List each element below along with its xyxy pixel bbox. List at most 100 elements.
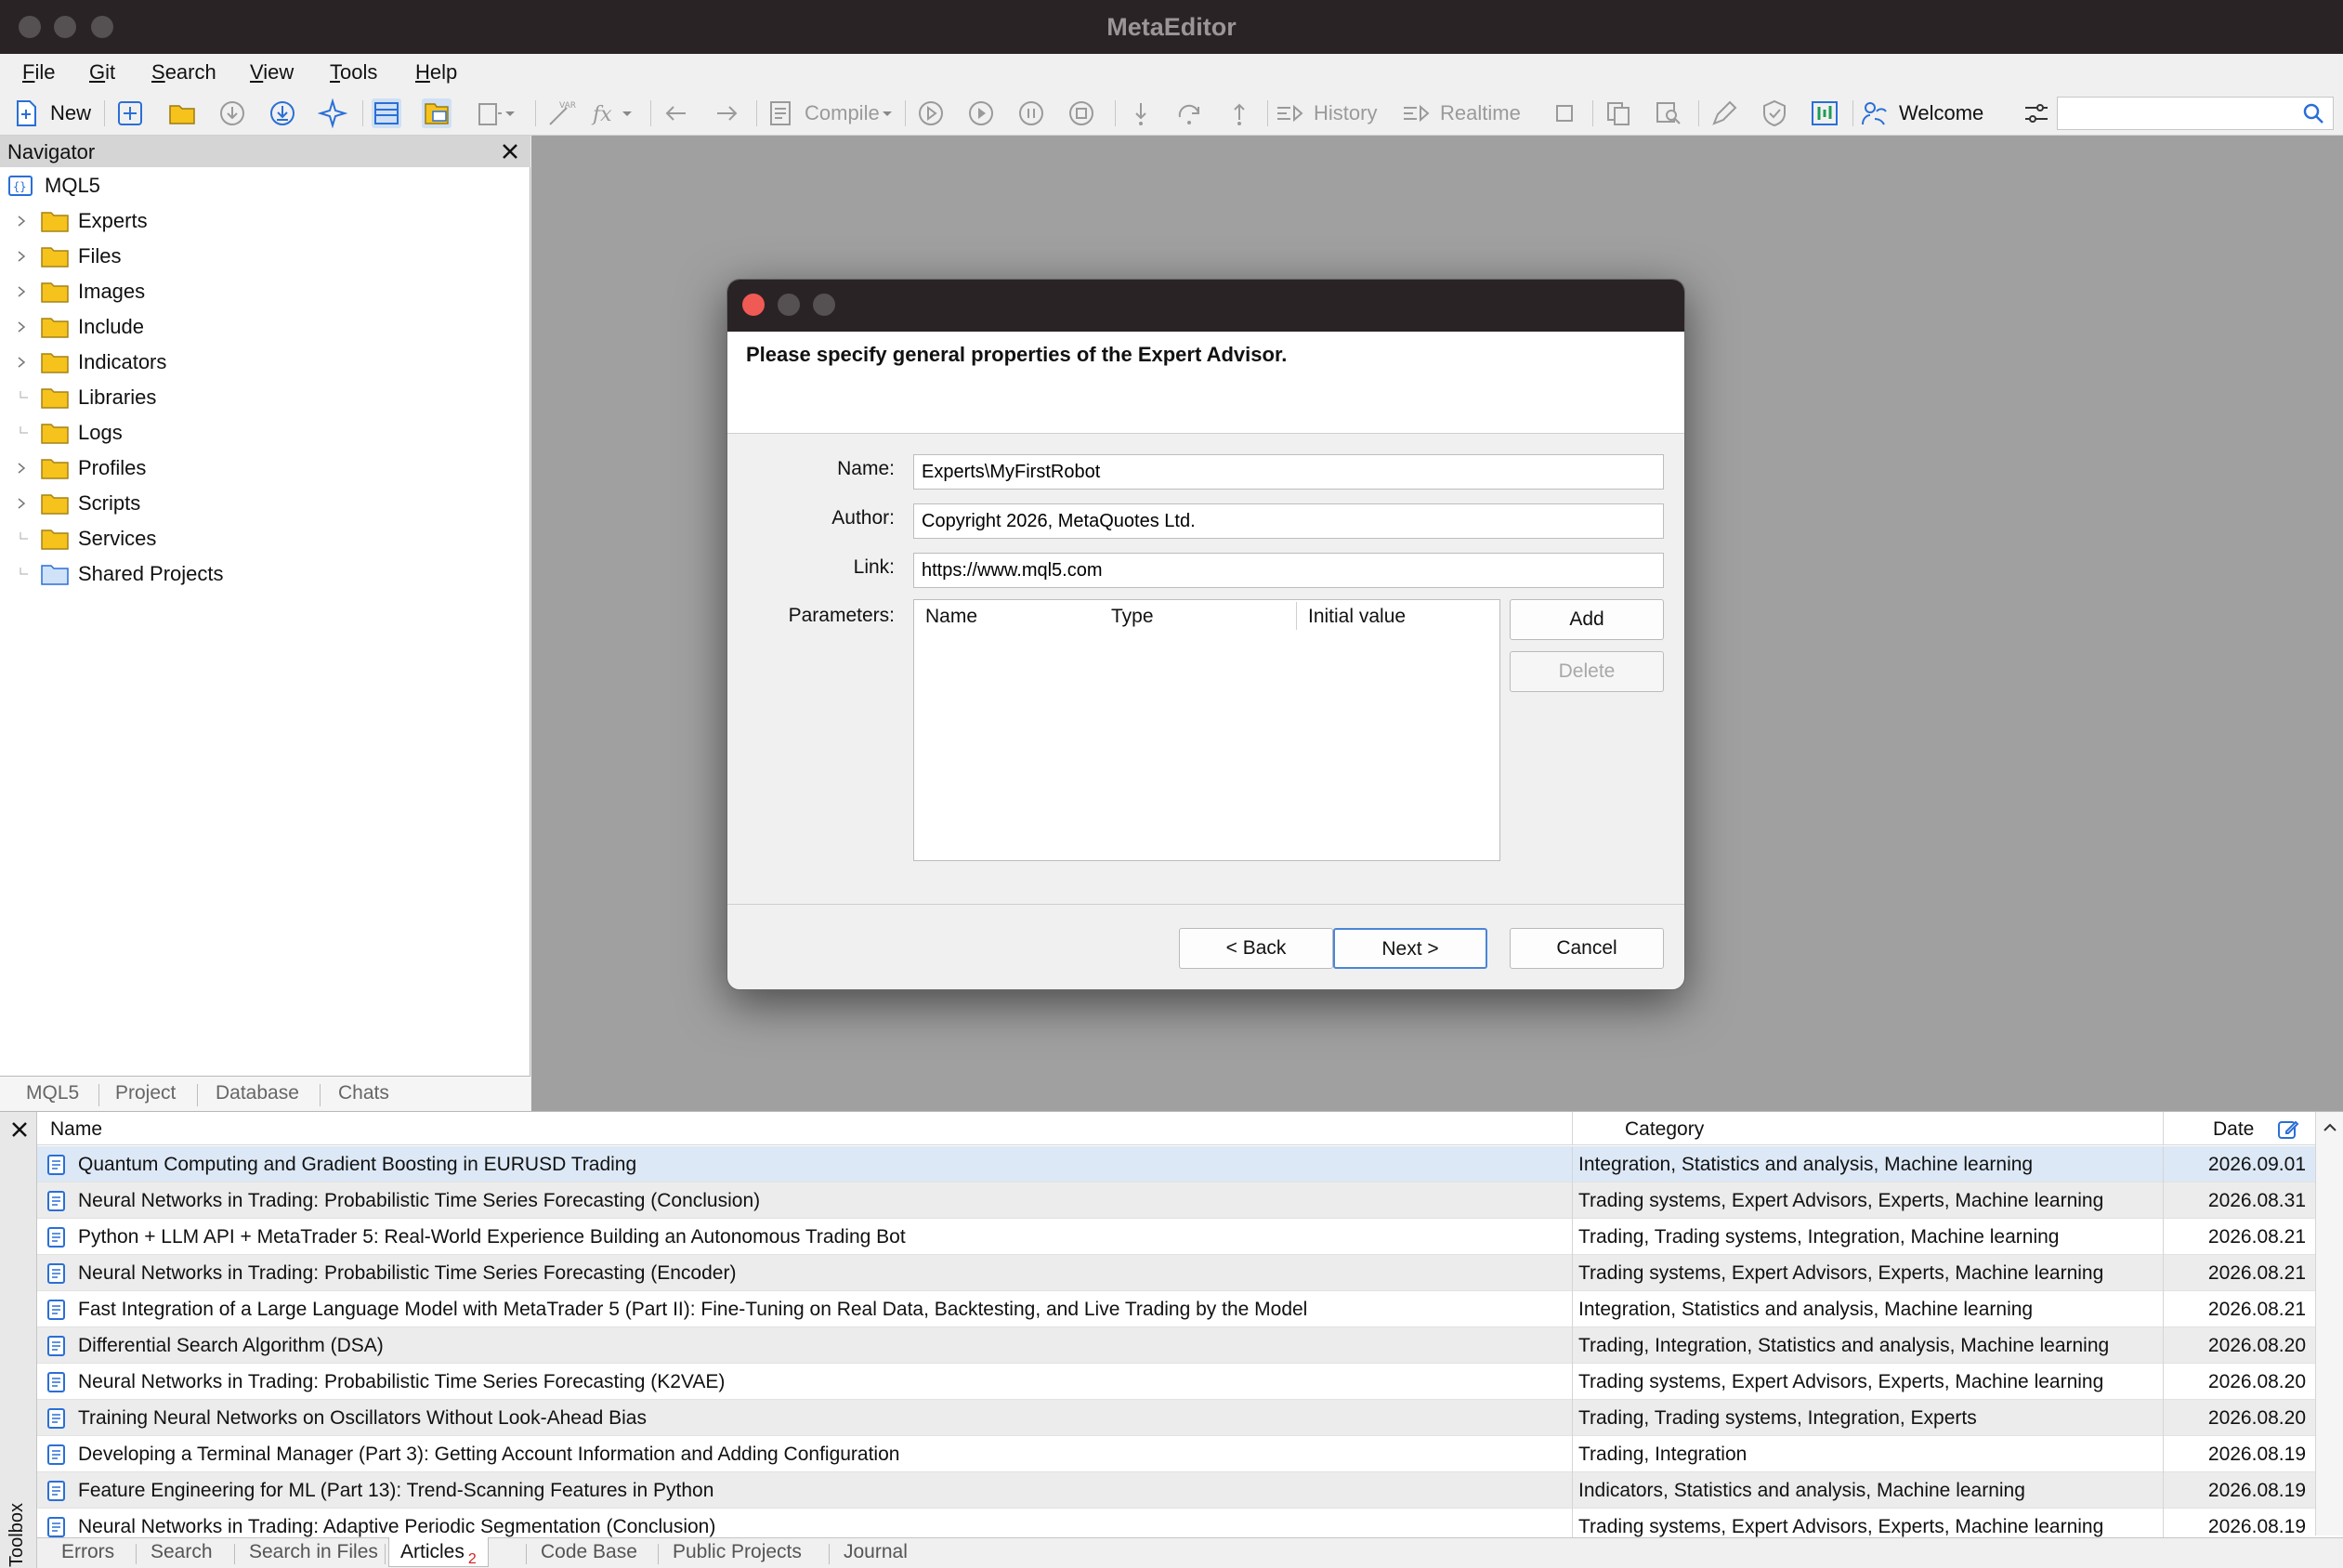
toolbar-search-field[interactable] [2057, 97, 2334, 130]
search-settings-button[interactable] [2022, 97, 2051, 130]
vertical-scrollbar[interactable] [2315, 1112, 2343, 1535]
toolbar-search-input[interactable] [2065, 101, 2288, 125]
new-button[interactable]: New [11, 97, 91, 130]
step-out-button[interactable] [1224, 97, 1254, 130]
dialog-close-button[interactable] [742, 294, 765, 316]
tree-item-indicators[interactable]: Indicators [0, 346, 530, 379]
menu-view[interactable]: View [250, 60, 294, 85]
tree-item-experts[interactable]: Experts [0, 204, 530, 238]
table-row[interactable]: Neural Networks in Trading: Probabilisti… [37, 1183, 2315, 1219]
debug-stop-button[interactable] [1067, 97, 1096, 130]
dialog-zoom-button[interactable] [813, 294, 835, 316]
stop-square-button[interactable] [1550, 97, 1579, 130]
next-button[interactable]: Next > [1333, 928, 1487, 969]
author-input[interactable] [913, 503, 1664, 539]
menu-search[interactable]: Search [151, 60, 216, 85]
toggle-toolbox-button[interactable] [422, 97, 452, 130]
ai-assistant-button[interactable] [318, 97, 347, 130]
close-icon[interactable] [9, 1119, 30, 1140]
nav-tab-database[interactable]: Database [216, 1082, 299, 1104]
chevron-right-icon[interactable] [15, 320, 28, 333]
chevron-right-icon[interactable] [15, 285, 28, 298]
menu-help[interactable]: Help [415, 60, 457, 85]
history-button[interactable]: History [1275, 97, 1377, 130]
cancel-button[interactable]: Cancel [1510, 928, 1664, 969]
menu-git[interactable]: Git [89, 60, 115, 85]
chevron-right-icon[interactable] [15, 250, 28, 263]
navigate-back-button[interactable] [661, 97, 691, 130]
delete-parameter-button[interactable]: Delete [1510, 651, 1664, 692]
table-row[interactable]: Neural Networks in Trading: Probabilisti… [37, 1364, 2315, 1400]
add-button[interactable] [115, 97, 145, 130]
paste-dropdown-button[interactable] [474, 97, 517, 130]
table-row[interactable]: Neural Networks in Trading: Probabilisti… [37, 1255, 2315, 1291]
open-button[interactable] [167, 97, 197, 130]
welcome-button[interactable]: Welcome [1860, 97, 1983, 130]
table-row[interactable]: Developing a Terminal Manager (Part 3): … [37, 1436, 2315, 1472]
close-icon[interactable] [499, 140, 521, 163]
chevron-right-icon[interactable] [15, 215, 28, 228]
tree-item-scripts[interactable]: Scripts [0, 487, 530, 520]
nav-tab-project[interactable]: Project [115, 1082, 176, 1104]
tree-item-files[interactable]: Files [0, 240, 530, 273]
toolbox-tab-journal[interactable]: Journal [844, 1541, 908, 1563]
chevron-up-icon[interactable] [2322, 1119, 2338, 1136]
name-input[interactable] [913, 454, 1664, 490]
param-col-type[interactable]: Type [1111, 606, 1154, 628]
col-header-category[interactable]: Category [1625, 1118, 1704, 1141]
chevron-right-icon[interactable] [15, 497, 28, 510]
debug-start-history-button[interactable] [966, 97, 996, 130]
col-header-date[interactable]: Date [2213, 1118, 2254, 1141]
link-input[interactable] [913, 553, 1664, 588]
debug-pause-button[interactable] [1016, 97, 1046, 130]
tree-root-mql5[interactable]: {} MQL5 [0, 169, 530, 203]
nav-tab-chats[interactable]: Chats [338, 1082, 389, 1104]
tree-item-logs[interactable]: Logs [0, 416, 530, 450]
realtime-button[interactable]: Realtime [1401, 97, 1521, 130]
copy-button[interactable] [1603, 97, 1633, 130]
save-button[interactable] [268, 97, 297, 130]
parameters-table[interactable]: Name Type Initial value [913, 599, 1500, 861]
chevron-right-icon[interactable] [15, 356, 28, 369]
nav-tab-mql5[interactable]: MQL5 [26, 1082, 79, 1104]
col-header-name[interactable]: Name [50, 1118, 102, 1141]
cloud-button[interactable] [1760, 97, 1789, 130]
tree-item-images[interactable]: Images [0, 275, 530, 308]
tree-item-profiles[interactable]: Profiles [0, 451, 530, 485]
menu-tools[interactable]: Tools [330, 60, 377, 85]
table-row[interactable]: Python + LLM API + MetaTrader 5: Real-Wo… [37, 1219, 2315, 1255]
dialog-minimize-button[interactable] [778, 294, 800, 316]
table-row[interactable]: Training Neural Networks on Oscillators … [37, 1400, 2315, 1436]
edit-icon[interactable] [2276, 1117, 2300, 1142]
tree-item-services[interactable]: Services [0, 522, 530, 555]
navigate-forward-button[interactable] [712, 97, 741, 130]
function-dropdown-button[interactable]: fx [591, 97, 634, 130]
table-row[interactable]: Feature Engineering for ML (Part 13): Tr… [37, 1472, 2315, 1509]
tree-item-include[interactable]: Include [0, 310, 530, 344]
param-col-initial-value[interactable]: Initial value [1308, 606, 1406, 628]
param-col-name[interactable]: Name [925, 606, 977, 628]
toolbox-tab-public-projects[interactable]: Public Projects [673, 1541, 802, 1563]
chevron-right-icon[interactable] [15, 462, 28, 475]
toggle-navigator-button[interactable] [372, 97, 401, 130]
style-button[interactable] [1709, 97, 1739, 130]
toolbox-tab-errors[interactable]: Errors [61, 1541, 114, 1563]
tree-item-shared-projects[interactable]: Shared Projects [0, 557, 530, 591]
watch-variable-button[interactable]: VAR [546, 97, 576, 130]
debug-start-real-button[interactable] [916, 97, 946, 130]
tree-item-libraries[interactable]: Libraries [0, 381, 530, 414]
step-into-button[interactable] [1126, 97, 1156, 130]
toolbox-tab-code-base[interactable]: Code Base [541, 1541, 637, 1563]
toolbox-tab-search-in-files[interactable]: Search in Files [249, 1541, 378, 1563]
back-button[interactable]: < Back [1179, 928, 1333, 969]
toolbox-tab-articles[interactable]: Articles 2 [388, 1537, 489, 1567]
add-parameter-button[interactable]: Add [1510, 599, 1664, 640]
download-button[interactable] [217, 97, 247, 130]
table-row[interactable]: Quantum Computing and Gradient Boosting … [37, 1146, 2315, 1183]
table-row[interactable]: Differential Search Algorithm (DSA) Tradi… [37, 1327, 2315, 1364]
compile-button[interactable]: Compile [766, 97, 895, 130]
search-icon[interactable] [2301, 101, 2325, 125]
toolbox-tab-search[interactable]: Search [151, 1541, 213, 1563]
find-button[interactable] [1654, 97, 1683, 130]
step-over-button[interactable] [1174, 97, 1204, 130]
